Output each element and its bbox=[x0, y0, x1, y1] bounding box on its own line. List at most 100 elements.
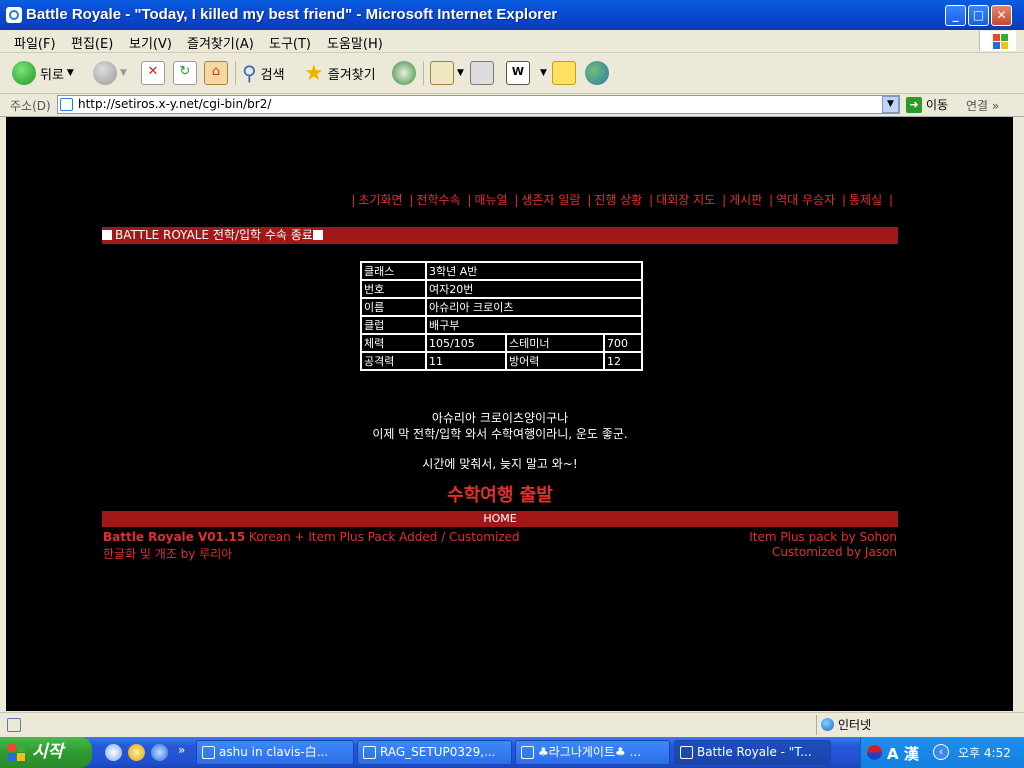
quicklaunch-messenger-icon[interactable] bbox=[128, 744, 145, 761]
menu-edit[interactable]: 편집(E) bbox=[71, 33, 113, 52]
address-input[interactable]: http://setiros.x-y.net/cgi-bin/br2/ bbox=[57, 95, 900, 114]
chevron-down-icon: ▼ bbox=[457, 68, 464, 78]
hp-value: 105/105 bbox=[425, 333, 507, 353]
menu-file[interactable]: 파일(F) bbox=[14, 33, 56, 52]
language-icon[interactable] bbox=[867, 745, 882, 760]
attack-label: 공격력 bbox=[360, 351, 427, 371]
table-row: 클래스 3학년 A반 bbox=[360, 261, 643, 281]
depart-link[interactable]: 수학여행 출발 bbox=[6, 481, 994, 507]
task-ashu[interactable]: ashu in clavis-白... bbox=[196, 740, 354, 765]
stamina-value: 700 bbox=[603, 333, 643, 353]
tray-expand-icon[interactable]: ‹ bbox=[933, 744, 949, 760]
start-button[interactable]: 시작 bbox=[0, 737, 92, 768]
footer-version-line: Battle Royale V01.15 Korean + Item Plus … bbox=[103, 530, 520, 544]
messenger-button[interactable] bbox=[585, 59, 609, 87]
menu-favorites[interactable]: 즐겨찾기(A) bbox=[187, 33, 254, 52]
note-icon bbox=[552, 61, 576, 85]
square-icon bbox=[312, 230, 323, 240]
search-button[interactable]: ⚲ 검색 bbox=[242, 59, 285, 87]
table-row: 체력 105/105 스테미너 700 bbox=[360, 333, 643, 353]
history-button[interactable] bbox=[392, 59, 416, 87]
chevron-down-icon: ▼ bbox=[66, 68, 74, 78]
section-title-bar: BATTLE ROYALE 전학/입학 수속 종료 bbox=[102, 227, 898, 244]
chevron-down-icon: ▼ bbox=[540, 68, 547, 78]
message-line-2: 이제 막 전학/입학 와서 수학여행이라니, 운도 좋군. bbox=[372, 427, 628, 441]
class-label: 클래스 bbox=[360, 261, 427, 281]
back-arrow-icon bbox=[12, 61, 36, 85]
title-bar: Battle Royale - "Today, I killed my best… bbox=[0, 0, 1024, 30]
stamina-label: 스테미너 bbox=[505, 333, 605, 353]
address-label: 주소(D) bbox=[10, 99, 51, 113]
nav-control[interactable]: 통제실 bbox=[849, 193, 882, 207]
toolbar-separator bbox=[423, 61, 424, 85]
forward-button[interactable]: ▼ bbox=[93, 59, 127, 87]
footer-korean: 한글화 및 개조 by 루리아 bbox=[103, 547, 233, 561]
menu-view[interactable]: 보기(V) bbox=[129, 33, 172, 52]
links-button[interactable]: 연결 » bbox=[966, 97, 999, 114]
toolbar-separator bbox=[235, 61, 236, 85]
quicklaunch-ie-icon[interactable] bbox=[105, 744, 122, 761]
window-title: Battle Royale - "Today, I killed my best… bbox=[26, 6, 558, 23]
address-dropdown-button[interactable]: ▼ bbox=[882, 96, 899, 113]
footer-credit-1: Item Plus pack by Sohon bbox=[749, 530, 897, 544]
class-value: 3학년 A반 bbox=[425, 261, 643, 281]
mail-button[interactable]: ▼ bbox=[430, 59, 464, 87]
home-button[interactable]: ⌂ bbox=[204, 59, 228, 87]
windows-logo-icon bbox=[979, 31, 1016, 51]
menu-tools[interactable]: 도구(T) bbox=[269, 33, 311, 52]
nav-transfer[interactable]: 전학수속 bbox=[416, 193, 460, 207]
edit-button[interactable]: W ▼ bbox=[506, 59, 547, 87]
stop-icon: ✕ bbox=[141, 61, 165, 85]
menu-bar: 파일(F) 편집(E) 보기(V) 즐겨찾기(A) 도구(T) 도움말(H) bbox=[0, 30, 1024, 53]
task-rag-setup[interactable]: RAG_SETUP0329,... bbox=[357, 740, 512, 765]
chevron-right-icon[interactable]: » bbox=[178, 743, 185, 757]
number-value: 여자20번 bbox=[425, 279, 643, 299]
print-button[interactable] bbox=[470, 59, 494, 87]
footer-desc: Korean + Item Plus Pack Added / Customiz… bbox=[245, 530, 520, 544]
minimize-button[interactable]: _ bbox=[945, 5, 966, 26]
ie-icon bbox=[6, 7, 22, 23]
messenger-icon bbox=[585, 61, 609, 85]
nav-winners[interactable]: 역대 우승자 bbox=[776, 193, 835, 207]
home-link[interactable]: HOME bbox=[102, 511, 898, 527]
club-value: 배구부 bbox=[425, 315, 643, 335]
club-label: 클럽 bbox=[360, 315, 427, 335]
message-line-3: 시간에 맞춰서, 늦지 말고 와~! bbox=[422, 457, 578, 471]
menu-help[interactable]: 도움말(H) bbox=[327, 33, 383, 52]
window-icon bbox=[363, 746, 376, 759]
nav-home[interactable]: 초기화면 bbox=[358, 193, 402, 207]
footer-credit-2: Customized by Jason bbox=[771, 545, 897, 559]
history-icon bbox=[392, 61, 416, 85]
notes-button[interactable] bbox=[552, 59, 576, 87]
status-bar: 인터넷 bbox=[0, 712, 1024, 737]
go-button[interactable]: ➜ 이동 bbox=[906, 96, 948, 113]
back-button[interactable]: 뒤로 ▼ bbox=[12, 59, 74, 87]
attack-value: 11 bbox=[425, 351, 507, 371]
maximize-button[interactable]: □ bbox=[968, 5, 989, 26]
nav-board[interactable]: 게시판 bbox=[729, 193, 762, 207]
nav-survivors[interactable]: 생존자 일람 bbox=[521, 193, 580, 207]
close-button[interactable]: ✕ bbox=[991, 5, 1012, 26]
task-ragnagate[interactable]: ♣라그나게이트♣ ... bbox=[515, 740, 670, 765]
stop-button[interactable]: ✕ bbox=[141, 59, 165, 87]
nav-progress[interactable]: 진행 상황 bbox=[594, 193, 642, 207]
number-label: 번호 bbox=[360, 279, 427, 299]
hp-label: 체력 bbox=[360, 333, 427, 353]
globe-icon bbox=[821, 718, 834, 731]
task-battle-royale[interactable]: Battle Royale - "T... bbox=[674, 740, 831, 765]
section-title: BATTLE ROYALE 전학/입학 수속 종료 bbox=[115, 228, 313, 242]
chevron-down-icon: ▼ bbox=[120, 68, 127, 78]
nav-manual[interactable]: 매뉴얼 bbox=[474, 193, 507, 207]
ime-indicator[interactable]: A 漢 bbox=[887, 743, 919, 764]
nav-map[interactable]: 대회장 지도 bbox=[656, 193, 715, 207]
refresh-button[interactable]: ↻ bbox=[173, 59, 197, 87]
quicklaunch-browser-icon[interactable] bbox=[151, 744, 168, 761]
search-icon: ⚲ bbox=[242, 61, 257, 85]
footer-version: Battle Royale V01.15 bbox=[103, 530, 246, 544]
scrollbar[interactable] bbox=[1013, 117, 1024, 711]
window-icon bbox=[521, 746, 534, 759]
favorites-button[interactable]: ★ 즐겨찾기 bbox=[304, 59, 376, 87]
defense-value: 12 bbox=[603, 351, 643, 371]
forward-arrow-icon bbox=[93, 61, 117, 85]
windows-flag-icon bbox=[8, 744, 26, 761]
